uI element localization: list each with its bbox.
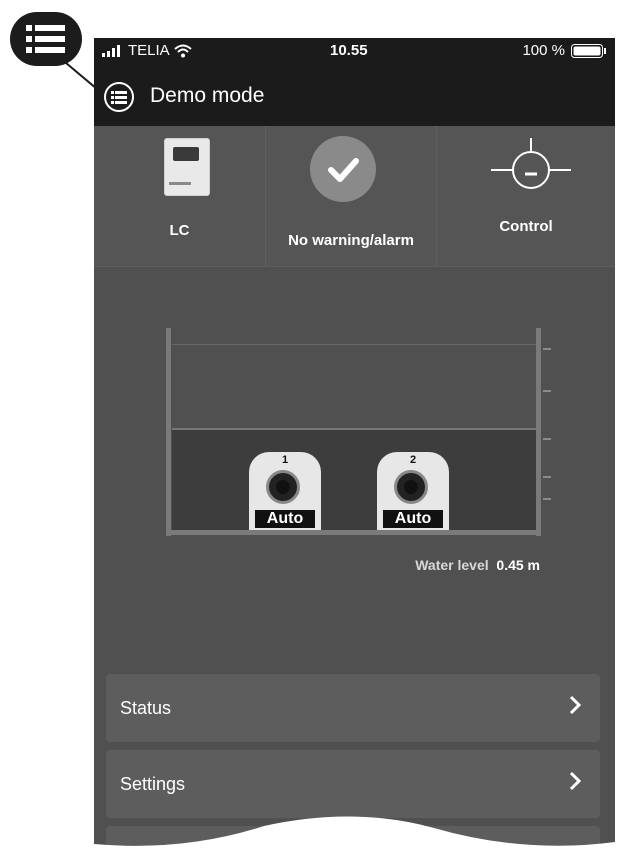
tile-label: Control (499, 218, 553, 235)
carrier-name: TELIA (128, 42, 170, 59)
cut-off-wave (94, 816, 615, 866)
menu-item-status[interactable]: Status (106, 674, 600, 742)
pump-icon (394, 470, 428, 504)
level-tick (543, 498, 551, 500)
menu-list-icon (111, 91, 127, 104)
menu-item-label: Settings (120, 774, 186, 794)
tank-left-wall (166, 328, 171, 536)
menu-button[interactable] (104, 82, 134, 112)
phone-screen: TELIA 10.55 100 % Demo mode LC No warnin… (94, 38, 615, 866)
signal-icon (102, 44, 120, 57)
battery-icon (571, 43, 606, 58)
overview-tiles: LC No warning/alarm Control (94, 126, 615, 267)
checkmark-icon (310, 136, 376, 202)
water-level-readout: Water level 0.45 m (415, 557, 540, 573)
water-level-label: Water level (415, 557, 489, 573)
pump-2[interactable]: 2 Auto (377, 452, 449, 530)
pump-icon (266, 470, 300, 504)
level-tick (543, 476, 551, 478)
tile-alarm-status[interactable]: No warning/alarm (266, 126, 437, 266)
pump-number: 1 (281, 454, 289, 466)
title-bar: Demo mode (94, 64, 615, 126)
battery: 100 % (522, 42, 607, 59)
page-title: Demo mode (150, 84, 265, 107)
status-bar: TELIA 10.55 100 % (94, 38, 615, 64)
level-tick (543, 438, 551, 440)
battery-percent: 100 % (522, 42, 565, 59)
tank-bottom (166, 530, 541, 535)
water (172, 428, 536, 530)
controller-device-icon (164, 138, 210, 196)
carrier: TELIA (102, 42, 192, 59)
chevron-right-icon (569, 771, 582, 791)
water-surface (172, 428, 536, 430)
pump-number: 2 (409, 454, 417, 466)
chevron-right-icon (569, 695, 582, 715)
menu-callout (10, 12, 82, 66)
tile-control[interactable]: Control (437, 126, 615, 266)
level-tick (543, 390, 551, 392)
menu-item-label: Status (120, 698, 172, 718)
tile-label: No warning/alarm (288, 232, 414, 249)
pump-mode: Auto (255, 510, 315, 528)
tile-controller[interactable]: LC (94, 126, 266, 266)
control-sensor-icon (491, 138, 571, 189)
list-menu-icon (26, 25, 65, 53)
level-tick (543, 348, 551, 350)
pump-1[interactable]: 1 Auto (249, 452, 321, 530)
tank-top-line (172, 344, 536, 345)
status-time: 10.55 (330, 42, 368, 59)
pump-mode: Auto (383, 510, 443, 528)
water-level-value: 0.45 m (496, 557, 540, 573)
wifi-icon (174, 44, 192, 57)
tile-label: LC (169, 222, 190, 239)
tank-right-wall (536, 328, 541, 536)
